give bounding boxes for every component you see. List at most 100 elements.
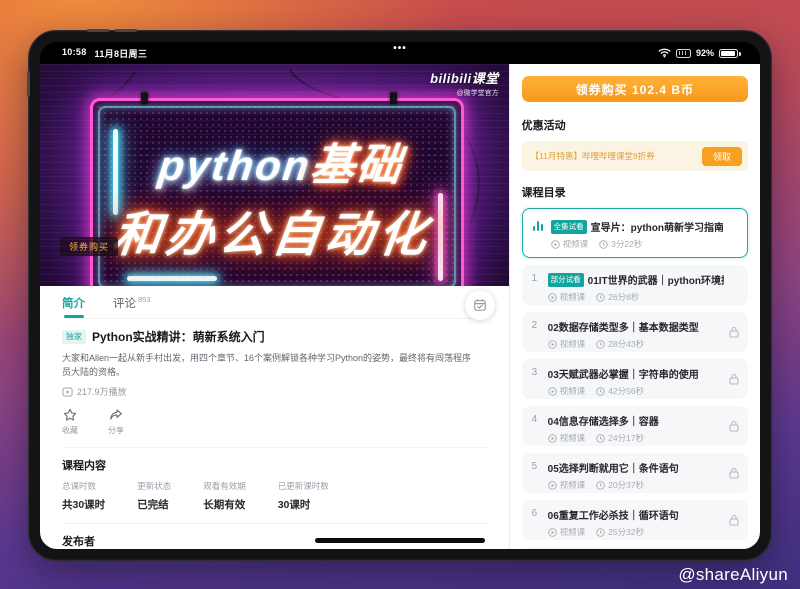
now-playing-icon [533,221,546,231]
page-background: 10:58 11月8日周三 ••• 92% [0,0,800,589]
neon-tube-cyan-icon [113,129,118,215]
catalog-heading: 课程目录 [522,184,748,200]
clock-icon [599,240,608,249]
episode-item[interactable]: 707停止循环姿势多break_continue [522,547,748,549]
episode-type: 视频课 [563,238,589,250]
episode-meta: 视频课24分17秒 [548,432,724,444]
episode-title: 05选择判断就用它｜条件语句 [548,460,679,475]
tab-comments[interactable]: 评论853 [113,295,151,318]
episode-meta: 视频课26分8秒 [548,291,724,303]
lock-icon [728,326,740,339]
episode-number: 3 [532,366,543,378]
episode-title: 03天赋武器必掌握｜字符串的使用 [548,366,699,381]
episode-duration: 20分37秒 [608,479,644,491]
neon-tube-pink-icon [438,193,443,281]
share-icon [108,407,124,423]
episode-number: 4 [532,413,543,425]
episode-duration: 42分56秒 [608,385,644,397]
episode-type: 视频课 [560,385,586,397]
status-date: 11月8日周三 [95,47,148,60]
episode-meta: 视频课 42分56秒 [548,385,724,397]
episode-item[interactable]: 5 05选择判断就用它｜条件语句视频课20分37秒 [522,453,748,493]
episode-lock [728,467,740,480]
course-title: Python实战精讲：萌新系统入门 [92,328,265,345]
play-circle-icon [548,528,557,537]
clock-icon [596,340,605,349]
clock-icon [596,528,605,537]
clock-icon [596,293,605,302]
course-description: 大家和Allen一起从新手村出发，用四个章节、16个案例解锁各种学习Python… [62,352,474,379]
episode-body: 02数据存储类型多｜基本数据类型视频课28分43秒 [548,319,724,350]
tab-intro[interactable]: 简介 [62,295,85,318]
favorite-button[interactable]: 收藏 [62,407,78,436]
check-in-button[interactable] [465,290,495,320]
episode-lock [728,373,740,386]
episode-body: 全集试看宣导片：python萌新学习指南视频课3分22秒 [551,219,723,250]
claim-coupon-button[interactable]: 领取 [702,147,742,166]
episode-title: 02数据存储类型多｜基本数据类型 [548,319,699,334]
promo-heading: 优惠活动 [522,117,748,133]
episode-body: 06重复工作必杀技｜循环语句视频课25分32秒 [548,507,724,538]
stat-total-lessons: 总课时数 共30课时 [62,480,105,512]
neon-title-line2: 和办公自动化 [110,195,437,265]
course-info-panel: 简介 评论853 独家 Python实战精讲：萌新系统入门 大家和Allen一起… [40,286,509,549]
play-count-icon [62,387,73,397]
episode-lock [728,326,740,339]
episode-type: 视频课 [560,338,586,350]
episode-meta: 视频课28分43秒 [548,338,724,350]
episode-duration: 24分17秒 [608,432,644,444]
stat-update-status: 更新状态 已完结 [137,480,171,512]
episode-meta: 视频课20分37秒 [548,479,724,491]
episode-number: 2 [532,319,543,331]
multitask-dots-icon[interactable]: ••• [393,43,407,54]
episode-item[interactable]: 2 02数据存储类型多｜基本数据类型视频课28分43秒 [522,312,748,352]
stat-updated-lessons: 已更新课时数 30课时 [278,480,329,512]
episode-body: 04信息存储选择多｜容器视频课24分17秒 [548,413,724,444]
neon-title-cn: 基础 [308,141,406,190]
episode-number: 5 [532,460,543,472]
coupon-banner[interactable]: 【11月特惠】哔哩哔哩课堂8折券 领取 [522,141,748,171]
stat-validity: 观看有效期 长期有效 [203,480,246,512]
share-button[interactable]: 分享 [108,407,124,436]
sign-knob [390,92,397,104]
episode-number: 6 [532,507,543,519]
lock-icon [728,514,740,527]
trial-badge: 全集试看 [551,220,587,234]
video-player[interactable]: python基础 和办公自动化 bilibili课堂 @微学堂官方 领券购买 [40,64,509,286]
coupon-text: 【11月特惠】哔哩哔哩课堂8折券 [531,150,655,162]
wifi-icon [658,48,671,58]
neon-inner-frame [98,106,456,286]
episode-title: 01IT世界的武器｜python环境搭建_第一个 [588,272,724,287]
play-circle-icon [551,240,560,249]
episode-type: 视频课 [560,291,586,303]
episode-title: 04信息存储选择多｜容器 [548,413,659,428]
neon-sign-board: python基础 和办公自动化 [90,98,464,286]
home-indicator[interactable] [315,538,485,543]
episode-meta: 视频课3分22秒 [551,238,723,250]
lock-icon [728,420,740,433]
episode-item-playing[interactable]: 全集试看宣导片：python萌新学习指南视频课3分22秒 [522,208,748,258]
play-circle-icon [548,387,557,396]
episode-list: 全集试看宣导片：python萌新学习指南视频课3分22秒1部分试看01IT世界的… [522,208,748,549]
exclusive-badge: 独家 [62,330,86,344]
battery-percent: 92% [696,48,714,58]
episode-item[interactable]: 1部分试看01IT世界的武器｜python环境搭建_第一个视频课26分8秒 [522,265,748,305]
tablet-frame: 10:58 11月8日周三 ••• 92% [28,30,772,561]
episode-item[interactable]: 3 03天赋武器必掌握｜字符串的使用视频课 42分56秒 [522,359,748,399]
content-info-heading: 课程内容 [62,457,487,473]
sign-knob [141,92,148,104]
main-panel: python基础 和办公自动化 bilibili课堂 @微学堂官方 领券购买 [40,64,509,549]
episode-body: 05选择判断就用它｜条件语句视频课20分37秒 [548,460,724,491]
power-button [27,71,30,97]
play-count: 217.9万播放 [62,385,487,398]
lock-icon [728,467,740,480]
video-coupon-badge[interactable]: 领券购买 [60,237,118,256]
star-icon [62,407,78,423]
course-stats: 总课时数 共30课时 更新状态 已完结 观看有效期 长期有效 [62,480,487,512]
episode-item[interactable]: 6 06重复工作必杀技｜循环语句视频课25分32秒 [522,500,748,540]
buy-with-coupon-button[interactable]: 领券购买 102.4 B币 [522,76,748,102]
neon-title: python基础 和办公自动化 [81,101,473,286]
episode-item[interactable]: 4 04信息存储选择多｜容器视频课24分17秒 [522,406,748,446]
divider [62,447,487,448]
episode-meta: 视频课25分32秒 [548,526,724,538]
